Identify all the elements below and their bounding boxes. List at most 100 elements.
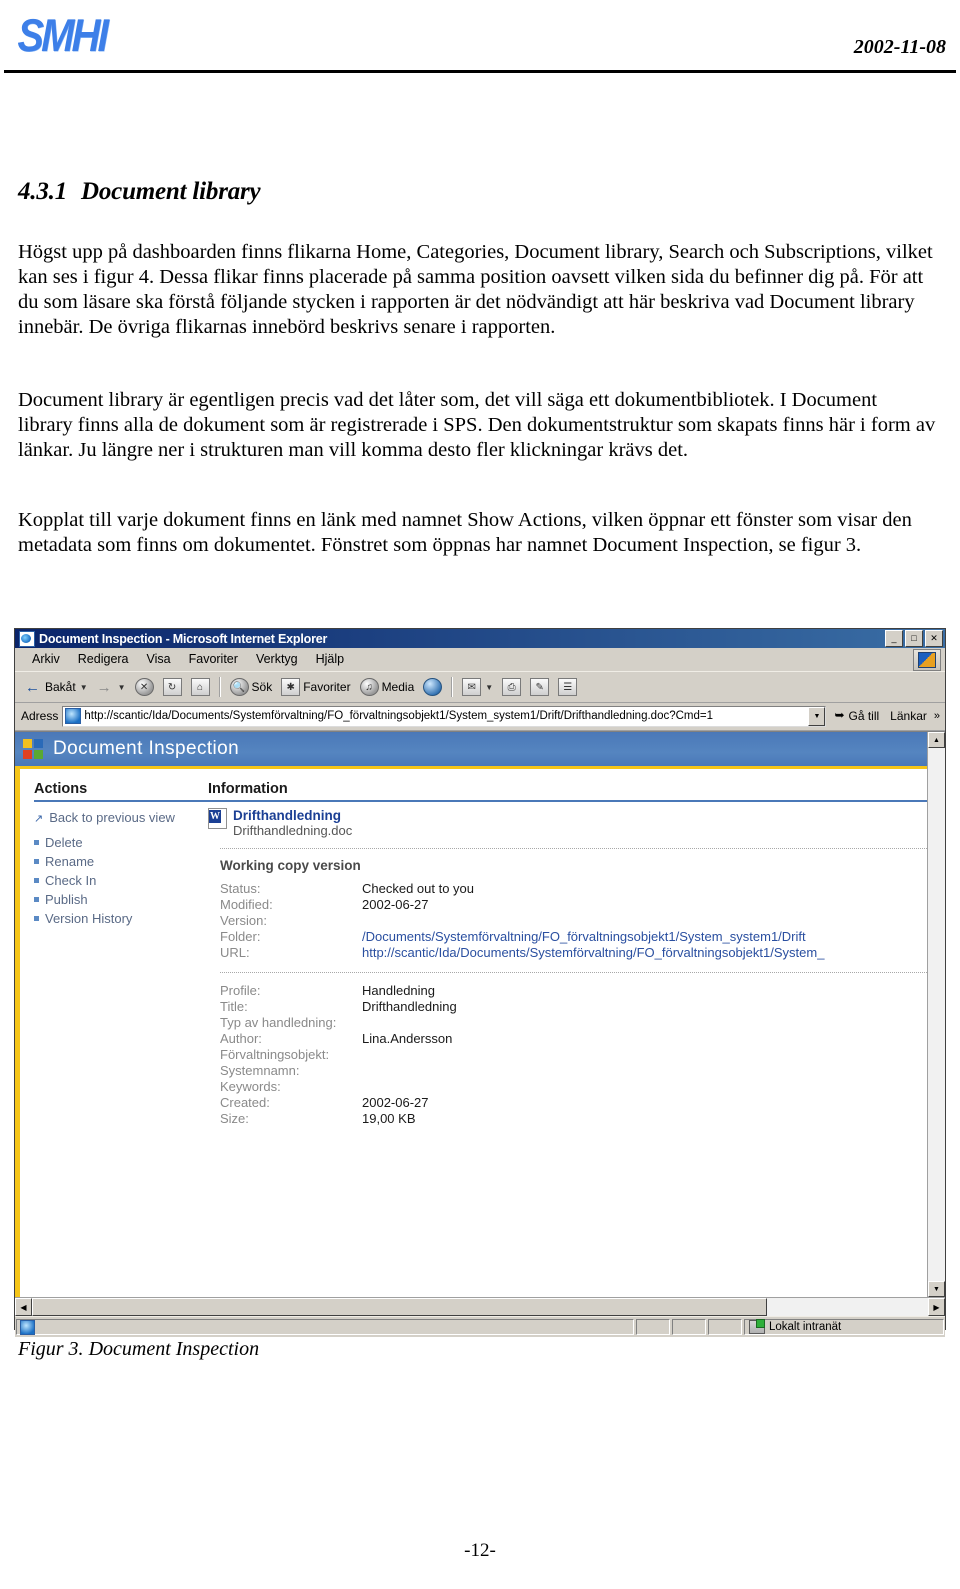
figure-caption-text: Document Inspection xyxy=(88,1338,260,1360)
forward-dropdown-icon[interactable]: ▼ xyxy=(118,683,126,692)
edit-button[interactable]: ✎ xyxy=(526,676,553,698)
field-value-modified: 2002-06-27 xyxy=(362,896,429,912)
links-button[interactable]: Länkar xyxy=(887,709,930,723)
vertical-scrollbar[interactable]: ▲ ▼ xyxy=(927,732,945,1297)
security-zone-indicator: Lokalt intranät xyxy=(744,1319,944,1335)
scroll-left-button[interactable]: ◀ xyxy=(15,1298,32,1316)
minimize-button[interactable]: _ xyxy=(885,630,903,647)
back-to-previous-view-link[interactable]: ↗ Back to previous view xyxy=(34,808,208,827)
header-date: 2002-11-08 xyxy=(853,36,946,58)
field-value-keywords xyxy=(362,1078,935,1094)
information-panel: Information Drifthandledning Drifthandle… xyxy=(208,769,945,1297)
document-filename: Drifthandledning.doc xyxy=(233,823,353,838)
page-favicon-icon xyxy=(65,708,82,724)
favorites-button[interactable]: ✱ Favoriter xyxy=(277,676,354,698)
back-arrow-icon xyxy=(25,679,42,695)
scroll-right-button[interactable]: ▶ xyxy=(928,1298,945,1316)
field-value-title: Drifthandledning xyxy=(362,998,457,1014)
field-value-url-link[interactable]: http://scantic/Ida/Documents/Systemförva… xyxy=(362,944,935,960)
browser-address-bar: Adress http://scantic/Ida/Documents/Syst… xyxy=(15,703,945,731)
information-divider xyxy=(208,800,935,802)
back-dropdown-icon[interactable]: ▼ xyxy=(80,683,88,692)
discuss-icon: ☰ xyxy=(558,678,578,696)
action-rename-label: Rename xyxy=(45,854,95,869)
menu-favoriter[interactable]: Favoriter xyxy=(180,651,247,667)
close-button[interactable]: ✕ xyxy=(925,630,943,647)
action-delete[interactable]: Delete xyxy=(34,833,208,852)
section-number: 4.3.1 xyxy=(18,178,68,205)
paragraph-3: Kopplat till varje dokument finns en län… xyxy=(18,509,912,556)
print-button[interactable]: ⎙ xyxy=(498,676,525,698)
browser-toolbar: Bakåt ▼ ▼ ✕ ↻ ⌂ 🔍 Sök ✱ Favoriter ♫ Medi… xyxy=(15,671,945,703)
stop-button[interactable]: ✕ xyxy=(131,676,158,698)
printer-icon: ⎙ xyxy=(502,678,522,696)
actions-list: Delete Rename Check In Publish Version H… xyxy=(34,833,208,928)
table-row: Keywords: xyxy=(220,1078,935,1094)
menu-hjalp[interactable]: Hjälp xyxy=(307,651,354,667)
mail-button[interactable]: ✉ ▼ xyxy=(458,676,497,698)
address-input[interactable]: http://scantic/Ida/Documents/Systemförva… xyxy=(62,705,827,727)
search-icon: 🔍 xyxy=(229,678,249,696)
bullet-icon xyxy=(34,859,39,864)
field-key-folder: Folder: xyxy=(220,928,261,944)
page-title: 4.3.1 Document library xyxy=(18,178,261,206)
mail-dropdown-icon[interactable]: ▼ xyxy=(485,683,493,692)
horizontal-scrollbar[interactable]: ◀ ▶ xyxy=(15,1297,945,1316)
refresh-button[interactable]: ↻ xyxy=(159,676,186,698)
horizontal-scroll-track[interactable] xyxy=(32,1298,928,1316)
home-button[interactable]: ⌂ xyxy=(187,676,214,698)
app-body: Actions ↗ Back to previous view Delete R… xyxy=(15,769,945,1297)
media-button[interactable]: ♫ Media xyxy=(356,676,419,698)
security-zone-label: Lokalt intranät xyxy=(769,1321,842,1333)
go-button[interactable]: ➥ Gå till xyxy=(830,708,883,724)
action-publish-label: Publish xyxy=(45,892,88,907)
table-row: Profile: Handledning xyxy=(220,982,935,998)
search-button[interactable]: 🔍 Sök xyxy=(226,676,277,698)
page-viewport: Document Inspection Actions ↗ Back to pr… xyxy=(15,731,945,1297)
scroll-down-button[interactable]: ▼ xyxy=(928,1281,945,1297)
home-icon: ⌂ xyxy=(190,678,210,696)
field-key-version: Version: xyxy=(220,912,267,928)
scroll-up-button[interactable]: ▲ xyxy=(928,732,945,748)
table-row: Size: 19,00 KB xyxy=(220,1110,935,1126)
page-header: SMHI 2002-11-08 xyxy=(0,0,960,73)
back-button[interactable]: Bakåt ▼ xyxy=(21,677,92,697)
menu-arkiv[interactable]: Arkiv xyxy=(23,651,69,667)
menu-verktyg[interactable]: Verktyg xyxy=(247,651,307,667)
horizontal-scroll-thumb[interactable] xyxy=(32,1298,767,1316)
mail-icon: ✉ xyxy=(462,678,482,696)
app-header: Document Inspection xyxy=(15,732,945,769)
forward-button[interactable]: ▼ xyxy=(93,677,130,697)
vertical-scroll-track[interactable] xyxy=(928,748,945,1281)
discuss-button[interactable]: ☰ xyxy=(554,676,581,698)
action-version-history-label: Version History xyxy=(45,911,133,926)
field-key-status: Status: xyxy=(220,880,261,896)
document-title-link[interactable]: Drifthandledning xyxy=(233,808,352,823)
field-value-version xyxy=(362,912,935,928)
action-publish[interactable]: Publish xyxy=(34,890,208,909)
field-value-folder-link[interactable]: /Documents/Systemförvaltning/FO_förvaltn… xyxy=(362,928,935,944)
search-button-label: Sök xyxy=(251,680,273,694)
media-icon: ♫ xyxy=(359,678,379,696)
field-key-title: Title: xyxy=(220,998,248,1014)
menu-redigera[interactable]: Redigera xyxy=(69,651,138,667)
table-row: Förvaltningsobjekt: xyxy=(220,1046,935,1062)
menu-visa[interactable]: Visa xyxy=(138,651,180,667)
history-clock-icon xyxy=(423,678,443,696)
field-value-typ-av-handledning xyxy=(362,1014,935,1030)
toolbar-overflow-icon[interactable]: » xyxy=(934,710,943,722)
figure-caption-prefix: Figur 3. xyxy=(18,1338,84,1360)
address-dropdown-icon[interactable]: ▼ xyxy=(808,706,826,726)
history-button[interactable] xyxy=(419,676,446,698)
table-row: Modified: 2002-06-27 xyxy=(220,896,935,912)
action-version-history[interactable]: Version History xyxy=(34,909,208,928)
favorites-button-label: Favoriter xyxy=(303,680,351,694)
maximize-button[interactable]: □ xyxy=(905,630,923,647)
action-check-in[interactable]: Check In xyxy=(34,871,208,890)
page-number: -12- xyxy=(464,1540,496,1561)
field-value-created: 2002-06-27 xyxy=(362,1094,429,1110)
forward-arrow-icon xyxy=(97,679,114,695)
table-row: Title: Drifthandledning xyxy=(220,998,935,1014)
back-arrow-icon: ↗ xyxy=(34,813,44,825)
action-rename[interactable]: Rename xyxy=(34,852,208,871)
